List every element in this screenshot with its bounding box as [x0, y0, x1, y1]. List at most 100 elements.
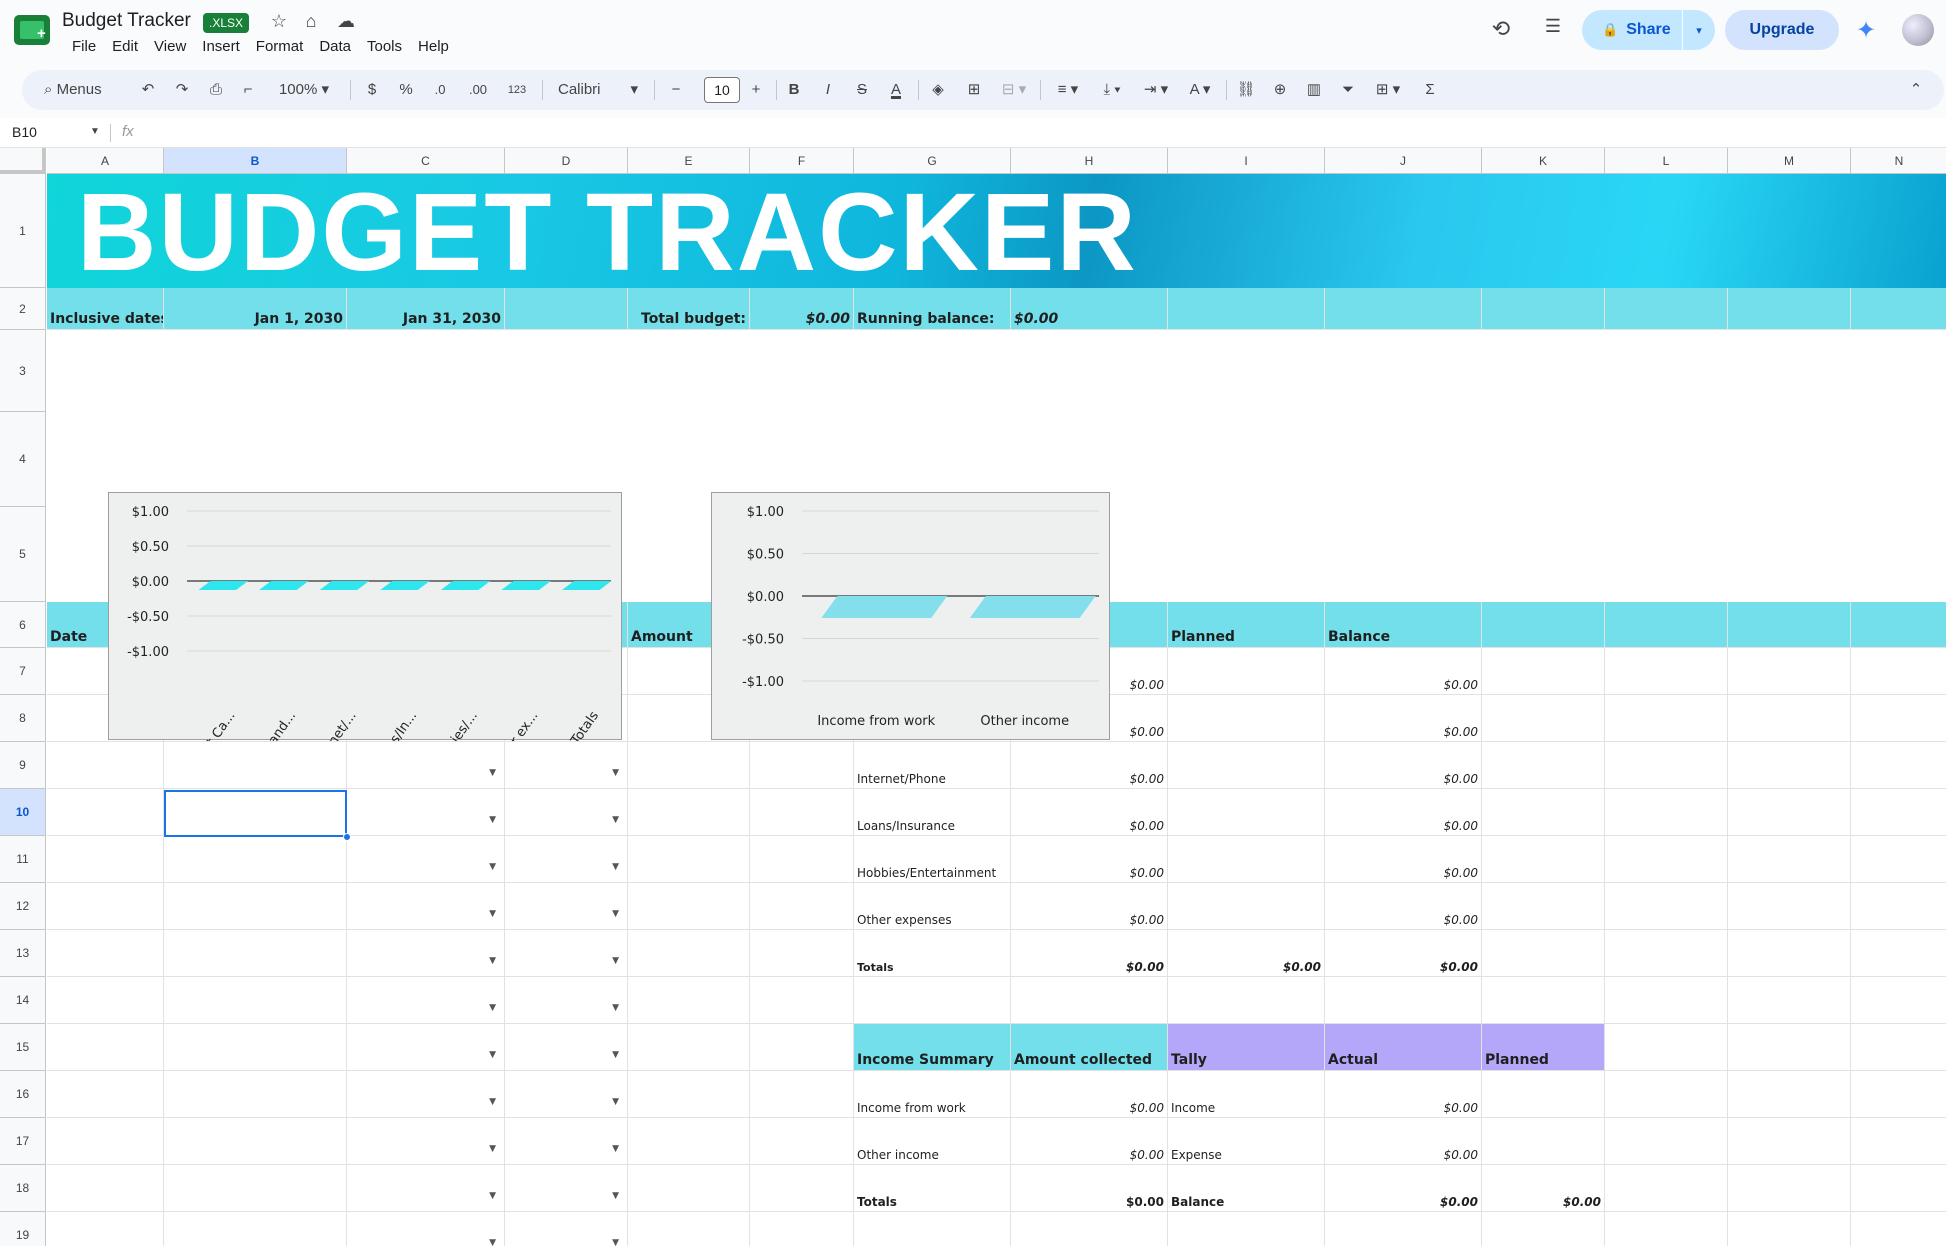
income-header-planned[interactable]: Planned	[1482, 1024, 1605, 1071]
gemini-icon[interactable]: ✦	[1856, 16, 1876, 45]
cell-d14[interactable]: ▼	[505, 977, 628, 1024]
cell-d19[interactable]: ▼	[505, 1212, 628, 1246]
cell-l16[interactable]	[1605, 1071, 1728, 1118]
row-header-9[interactable]: 9	[0, 742, 46, 789]
cell-d13[interactable]: ▼	[505, 930, 628, 977]
category-name[interactable]: Totals	[854, 930, 1011, 977]
category-balance[interactable]: $0.00	[1325, 695, 1482, 742]
dropdown-chip-icon[interactable]: ▼	[612, 1097, 619, 1107]
cell-n18[interactable]	[1851, 1165, 1946, 1212]
cell-k9[interactable]	[1482, 742, 1605, 789]
row-header-18[interactable]: 18	[0, 1165, 46, 1212]
cell-k19[interactable]	[1482, 1212, 1605, 1246]
dropdown-chip-icon[interactable]: ▼	[489, 909, 496, 919]
cell-m11[interactable]	[1728, 836, 1851, 883]
cell-j14[interactable]	[1325, 977, 1482, 1024]
cell-l7[interactable]	[1605, 648, 1728, 695]
cell-d12[interactable]: ▼	[505, 883, 628, 930]
tally-label[interactable]: Balance	[1168, 1165, 1325, 1212]
percent-format-button[interactable]: %	[394, 70, 418, 110]
cell-j19[interactable]	[1325, 1212, 1482, 1246]
category-planned[interactable]: $0.00	[1168, 930, 1325, 977]
dropdown-chip-icon[interactable]: ▼	[489, 1144, 496, 1154]
share-dropdown-icon[interactable]: ▾	[1683, 24, 1715, 37]
row-header-2[interactable]: 2	[0, 288, 46, 330]
tally-planned[interactable]	[1482, 1071, 1605, 1118]
print-icon[interactable]: ⎙	[204, 70, 228, 110]
tally-label[interactable]: Expense	[1168, 1118, 1325, 1165]
category-total[interactable]: $0.00	[1011, 742, 1168, 789]
spacer-cell[interactable]	[750, 789, 854, 836]
strikethrough-button[interactable]: S	[848, 70, 876, 110]
cell-c18[interactable]: ▼	[347, 1165, 505, 1212]
cell-n7[interactable]	[1851, 648, 1946, 695]
cell-n10[interactable]	[1851, 789, 1946, 836]
cell-n9[interactable]	[1851, 742, 1946, 789]
income-amount[interactable]: $0.00	[1011, 1071, 1168, 1118]
cell-i2[interactable]	[1168, 288, 1325, 330]
cell-k11[interactable]	[1482, 836, 1605, 883]
menu-help[interactable]: Help	[410, 37, 457, 57]
cell-m17[interactable]	[1728, 1118, 1851, 1165]
menu-tools[interactable]: Tools	[359, 37, 410, 57]
cell-k14[interactable]	[1482, 977, 1605, 1024]
cell-k12[interactable]	[1482, 883, 1605, 930]
cell-j2[interactable]	[1325, 288, 1482, 330]
cell-c14[interactable]: ▼	[347, 977, 505, 1024]
income-name[interactable]: Income from work	[854, 1071, 1011, 1118]
row-header-3[interactable]: 3	[0, 330, 46, 412]
chart-2[interactable]: $1.00 $0.50 $0.00 -$0.50 -$1.00 Income from w…	[711, 492, 1110, 740]
row-header-10[interactable]: 10	[0, 789, 46, 836]
banner[interactable]: BUDGET TRACKER	[47, 174, 1946, 288]
column-header-k[interactable]: K	[1482, 148, 1605, 174]
cell-b16[interactable]	[164, 1071, 347, 1118]
cell-f17[interactable]	[750, 1118, 854, 1165]
inclusive-dates-label[interactable]: Inclusive dates:	[47, 288, 164, 330]
income-amount[interactable]: $0.00	[1011, 1165, 1168, 1212]
cell-m10[interactable]	[1728, 789, 1851, 836]
row-header-5[interactable]: 5	[0, 507, 46, 602]
select-all-corner[interactable]	[0, 148, 46, 174]
dropdown-chip-icon[interactable]: ▼	[489, 862, 496, 872]
menu-file[interactable]: File	[64, 37, 104, 57]
category-total[interactable]: $0.00	[1011, 930, 1168, 977]
cell-a19[interactable]	[47, 1212, 164, 1246]
cell-n11[interactable]	[1851, 836, 1946, 883]
cell-l6[interactable]	[1605, 602, 1728, 648]
spacer-cell[interactable]	[750, 883, 854, 930]
category-planned[interactable]	[1168, 836, 1325, 883]
increase-decimal-button[interactable]: .00	[462, 70, 494, 110]
start-date-cell[interactable]: Jan 1, 2030	[164, 288, 347, 330]
category-planned[interactable]	[1168, 695, 1325, 742]
cell-m16[interactable]	[1728, 1071, 1851, 1118]
category-total[interactable]: $0.00	[1011, 789, 1168, 836]
cell-n19[interactable]	[1851, 1212, 1946, 1246]
dropdown-chip-icon[interactable]: ▼	[489, 1191, 496, 1201]
cell-l9[interactable]	[1605, 742, 1728, 789]
redo-icon[interactable]: ↷	[170, 70, 194, 110]
running-balance-label[interactable]: Running balance:	[854, 288, 1011, 330]
dropdown-chip-icon[interactable]: ▼	[612, 909, 619, 919]
category-balance[interactable]: $0.00	[1325, 742, 1482, 789]
cell-n12[interactable]	[1851, 883, 1946, 930]
text-wrapping-icon[interactable]: ⇥ ▾	[1136, 70, 1176, 110]
category-header-planned[interactable]: Planned	[1168, 602, 1325, 648]
running-balance-value[interactable]: $0.00	[1011, 288, 1168, 330]
cell-e16[interactable]	[628, 1071, 750, 1118]
cell-a18[interactable]	[47, 1165, 164, 1212]
column-header-j[interactable]: J	[1325, 148, 1482, 174]
filter-views-icon[interactable]: ⊞ ▾	[1368, 70, 1408, 110]
row-header-19[interactable]: 19	[0, 1212, 46, 1246]
cell-e11[interactable]	[628, 836, 750, 883]
cell-i14[interactable]	[1168, 977, 1325, 1024]
cell-n14[interactable]	[1851, 977, 1946, 1024]
cell-m18[interactable]	[1728, 1165, 1851, 1212]
cell-a14[interactable]	[47, 977, 164, 1024]
cell-m2[interactable]	[1728, 288, 1851, 330]
move-folder-icon[interactable]: ⌂	[300, 11, 322, 32]
cell-b13[interactable]	[164, 930, 347, 977]
cell-c12[interactable]: ▼	[347, 883, 505, 930]
cell-n16[interactable]	[1851, 1071, 1946, 1118]
insert-comment-icon[interactable]: ⊕	[1266, 70, 1294, 110]
spacer-cell[interactable]	[750, 977, 854, 1024]
